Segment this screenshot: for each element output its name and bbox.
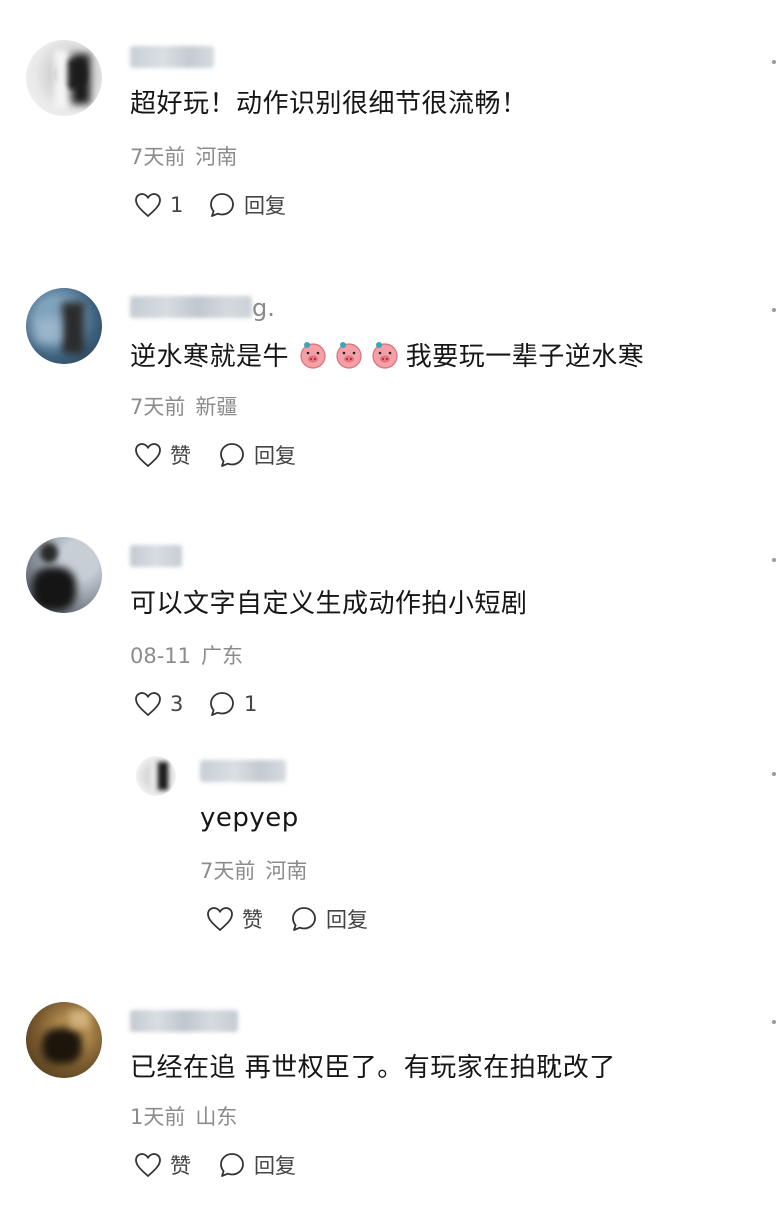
comment-location: 山东 xyxy=(195,1105,238,1129)
like-label: 赞 xyxy=(170,1154,191,1178)
comment-text: 已经在追 再世权臣了。有玩家在拍耽改了 xyxy=(130,1053,616,1083)
heart-icon xyxy=(135,1153,161,1178)
comment-meta: 1天前 山东 xyxy=(130,1104,237,1130)
avatar[interactable] xyxy=(26,1002,102,1078)
like-button[interactable]: 赞 xyxy=(134,1150,191,1180)
comment-item: 已经在追 再世权臣了。有玩家在拍耽改了 1天前 山东 赞 回复 xyxy=(0,0,780,1214)
more-options-icon[interactable] xyxy=(772,1020,776,1024)
reply-label: 回复 xyxy=(254,1154,296,1178)
reply-button[interactable]: 回复 xyxy=(218,1150,296,1180)
comment-time: 1天前 xyxy=(130,1105,186,1129)
username-blurred[interactable] xyxy=(130,1010,238,1032)
comment-bubble-icon xyxy=(220,1153,244,1177)
comment-actions: 赞 回复 xyxy=(134,1150,434,1180)
